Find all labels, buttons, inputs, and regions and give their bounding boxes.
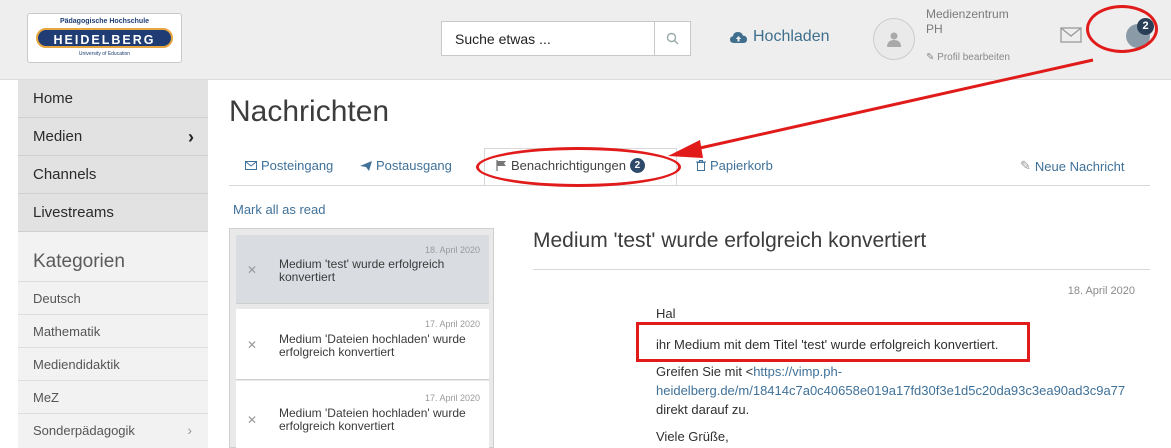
- annotation-arrow: [668, 58, 1094, 158]
